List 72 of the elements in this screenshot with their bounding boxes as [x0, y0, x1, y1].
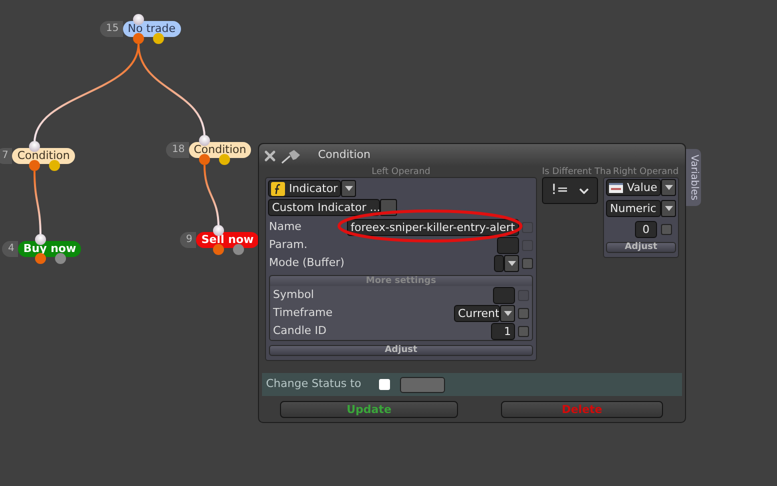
field-label: Symbol: [273, 286, 315, 303]
section-heading: Left Operand: [370, 167, 432, 177]
input-field[interactable]: [497, 236, 519, 254]
section-heading: Right Operand: [613, 167, 679, 177]
input-port-dot[interactable]: [29, 141, 40, 152]
input-field[interactable]: foreex-sniper-killer-entry-alert: [346, 218, 519, 236]
connector-line: [34, 170, 42, 236]
dropdown-arrow-icon[interactable]: [508, 260, 516, 266]
node-label[interactable]: No trade: [122, 21, 181, 37]
select-field[interactable]: Current: [454, 304, 500, 322]
operator-select[interactable]: !=: [542, 177, 598, 204]
output-port-dot[interactable]: [213, 244, 224, 255]
node-label[interactable]: Condition: [188, 142, 252, 158]
output-port-dot[interactable]: [133, 33, 144, 44]
option-checkbox[interactable]: [522, 222, 533, 232]
input-field[interactable]: [493, 286, 515, 304]
option-checkbox[interactable]: [518, 326, 529, 336]
variables-tab[interactable]: Variables: [686, 149, 701, 206]
status-select[interactable]: [400, 376, 446, 392]
field-label: Candle ID: [273, 322, 328, 339]
select-field[interactable]: [494, 254, 504, 272]
field-label: Timeframe: [273, 304, 334, 321]
node-label[interactable]: Condition: [12, 148, 75, 164]
dropdown-arrow-icon[interactable]: [344, 186, 352, 191]
node-number: 15: [100, 21, 123, 37]
node-number: 18: [166, 142, 189, 158]
node-label[interactable]: Sell now: [196, 232, 259, 248]
input-port-dot[interactable]: [35, 234, 46, 245]
field-label: Param.: [269, 236, 308, 253]
output-port-dot[interactable]: [233, 244, 244, 255]
chevron-down-icon[interactable]: [578, 188, 589, 194]
input-port-dot[interactable]: [133, 14, 144, 25]
connector-line: [204, 164, 220, 228]
output-port-dot[interactable]: [219, 154, 230, 165]
source-select[interactable]: Custom Indicator ...: [268, 199, 380, 216]
input-field[interactable]: 0: [635, 221, 657, 238]
dropdown-arrow-icon[interactable]: [504, 310, 512, 316]
node-number: 9: [180, 232, 196, 248]
output-port-dot[interactable]: [199, 154, 210, 165]
output-port-dot[interactable]: [55, 253, 66, 264]
type-select[interactable]: Value: [606, 179, 661, 196]
option-checkbox[interactable]: [518, 290, 529, 300]
input-port-dot[interactable]: [199, 135, 210, 146]
value-icon: [609, 182, 623, 192]
input-port-dot[interactable]: [213, 225, 224, 236]
output-port-dot[interactable]: [49, 160, 60, 171]
status-checkbox[interactable]: [379, 379, 390, 390]
output-port-dot[interactable]: [35, 253, 46, 264]
option-checkbox[interactable]: [518, 308, 529, 318]
dropdown-arrow-icon[interactable]: [664, 185, 672, 190]
field-label: Mode (Buffer): [269, 254, 346, 271]
close-icon[interactable]: [264, 150, 276, 162]
field-label: Change Status to: [266, 376, 362, 392]
subtype-select[interactable]: Numeric: [606, 200, 661, 217]
node-label[interactable]: Buy now: [18, 241, 82, 257]
section-heading: Is Different Tha: [542, 167, 612, 177]
output-port-dot[interactable]: [153, 33, 164, 44]
section-heading: More settings: [270, 276, 532, 286]
dropdown-arrow-icon[interactable]: [664, 206, 672, 211]
input-field[interactable]: 1: [491, 322, 515, 340]
dialog-title: Condition: [318, 147, 370, 164]
adjust-button[interactable]: Adjust: [269, 345, 533, 356]
adjust-button[interactable]: Adjust: [606, 242, 676, 253]
node-number: 4: [2, 241, 18, 257]
type-select[interactable]: Indicator: [268, 180, 341, 197]
function-icon: [271, 182, 285, 196]
field-label: Name: [269, 218, 302, 235]
option-checkbox[interactable]: [522, 258, 533, 268]
output-port-dot[interactable]: [29, 160, 40, 171]
option-checkbox[interactable]: [661, 224, 672, 235]
node-number: 7: [0, 148, 12, 164]
pin-icon[interactable]: [280, 148, 302, 164]
